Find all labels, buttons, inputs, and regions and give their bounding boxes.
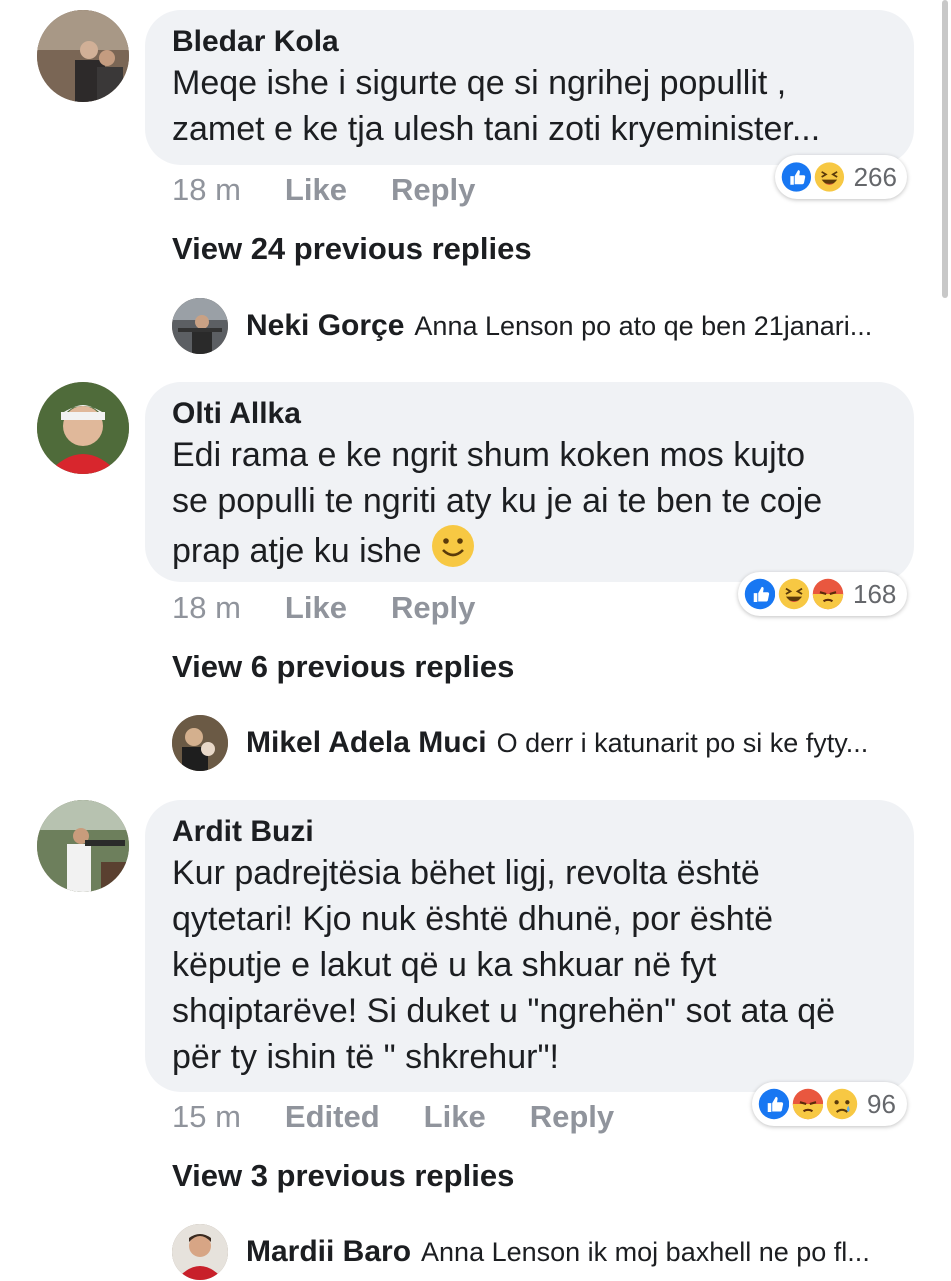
avatar[interactable]	[172, 298, 228, 354]
comment-text-line: Kur padrejtësia bëhet ligj, revolta ësht…	[172, 854, 760, 892]
comment-text-line: se populli te ngriti aty ku je ai te ben…	[172, 482, 823, 520]
like-reaction-icon	[741, 575, 779, 613]
comment-text-line-with-emoji: prap atje ku ishe	[172, 524, 886, 574]
comment-bubble: Ardit Buzi Kur padrejtësia bëhet ligj, r…	[145, 800, 914, 1092]
like-button[interactable]: Like	[285, 172, 347, 207]
reply-preview[interactable]: Neki Gorçe Anna Lenson po ato qe ben 21j…	[172, 297, 921, 355]
reply-text: Anna Lenson po ato qe ben 21janari...	[414, 310, 873, 341]
comment-author[interactable]: Olti Allka	[172, 396, 886, 432]
comment-actions: 15 m Edited Like Reply	[172, 1099, 614, 1135]
like-button[interactable]: Like	[285, 590, 347, 625]
scrollbar[interactable]	[942, 0, 948, 298]
comment-author[interactable]: Bledar Kola	[172, 24, 886, 60]
avatar[interactable]	[37, 800, 129, 892]
like-reaction-icon	[755, 1085, 793, 1123]
reaction-count: 96	[867, 1088, 896, 1119]
reply-button[interactable]: Reply	[391, 172, 475, 207]
comment-text-line: këputje e lakut që u ka shkuar në fyt	[172, 946, 717, 984]
angry-reaction-icon	[809, 575, 847, 613]
edited-label[interactable]: Edited	[285, 1099, 380, 1134]
reaction-count: 266	[853, 161, 897, 192]
comment-actions: 18 m Like Reply	[172, 590, 475, 626]
view-previous-replies-link[interactable]: View 6 previous replies	[172, 649, 514, 685]
avatar[interactable]	[37, 382, 129, 474]
comment-text-line: prap atje ku ishe	[172, 532, 422, 570]
avatar[interactable]	[37, 10, 129, 102]
view-previous-replies-link[interactable]: View 24 previous replies	[172, 231, 532, 267]
like-reaction-icon	[778, 158, 815, 196]
haha-reaction-icon	[775, 575, 813, 613]
avatar-photo	[172, 715, 228, 771]
like-button[interactable]: Like	[424, 1099, 486, 1134]
avatar-photo	[37, 800, 129, 892]
reply-button[interactable]: Reply	[391, 590, 475, 625]
reaction-count: 168	[853, 578, 897, 609]
reply-button[interactable]: Reply	[530, 1099, 614, 1134]
avatar[interactable]	[172, 715, 228, 771]
comment-text-line: qytetari! Kjo nuk është dhunë, por është	[172, 900, 774, 938]
reply-text: Anna Lenson ik moj baxhell ne po fl...	[421, 1236, 870, 1267]
comment-text-line: zamet e ke tja ulesh tani zoti kryeminis…	[172, 110, 821, 148]
comment-text-line: shqiptarëve! Si duket u "ngrehën" sot at…	[172, 992, 836, 1030]
haha-reaction-icon	[810, 158, 848, 196]
comment-time[interactable]: 15 m	[172, 1099, 241, 1134]
avatar-photo	[37, 10, 129, 102]
comment-author[interactable]: Ardit Buzi	[172, 814, 886, 850]
angry-reaction-icon	[789, 1085, 827, 1123]
view-previous-replies-link[interactable]: View 3 previous replies	[172, 1158, 514, 1194]
comment-text-line: për ty ishin të " shkrehur"!	[172, 1038, 559, 1076]
comment-text-line: Edi rama e ke ngrit shum koken mos kujto	[172, 436, 806, 474]
comment-time[interactable]: 18 m	[172, 590, 241, 625]
reactions-summary[interactable]: 168	[738, 572, 907, 616]
reply-text: O derr i katunarit po si ke fyty...	[496, 727, 869, 758]
comment-bubble: Bledar Kola Meqe ishe i sigurte qe si ng…	[145, 10, 914, 165]
comment-time[interactable]: 18 m	[172, 172, 241, 207]
comment-text-line: Meqe ishe i sigurte qe si ngrihej popull…	[172, 64, 787, 102]
reactions-summary[interactable]: 96	[752, 1082, 907, 1126]
avatar[interactable]	[172, 1224, 228, 1280]
comment-actions: 18 m Like Reply	[172, 172, 475, 208]
reply-author[interactable]: Mardii Baro	[246, 1235, 411, 1269]
reply-author[interactable]: Neki Gorçe	[246, 309, 404, 343]
avatar-photo	[172, 298, 228, 354]
reply-preview[interactable]: Mardii Baro Anna Lenson ik moj baxhell n…	[172, 1223, 921, 1281]
avatar-photo	[37, 382, 129, 474]
avatar-photo	[172, 1224, 228, 1280]
smile-emoji-icon	[431, 525, 474, 567]
reply-preview[interactable]: Mikel Adela Muci O derr i katunarit po s…	[172, 714, 921, 772]
reactions-summary[interactable]: 266	[775, 155, 907, 199]
reply-author[interactable]: Mikel Adela Muci	[246, 726, 487, 760]
sad-reaction-icon	[823, 1085, 861, 1123]
comment-bubble: Olti Allka Edi rama e ke ngrit shum koke…	[145, 382, 914, 582]
